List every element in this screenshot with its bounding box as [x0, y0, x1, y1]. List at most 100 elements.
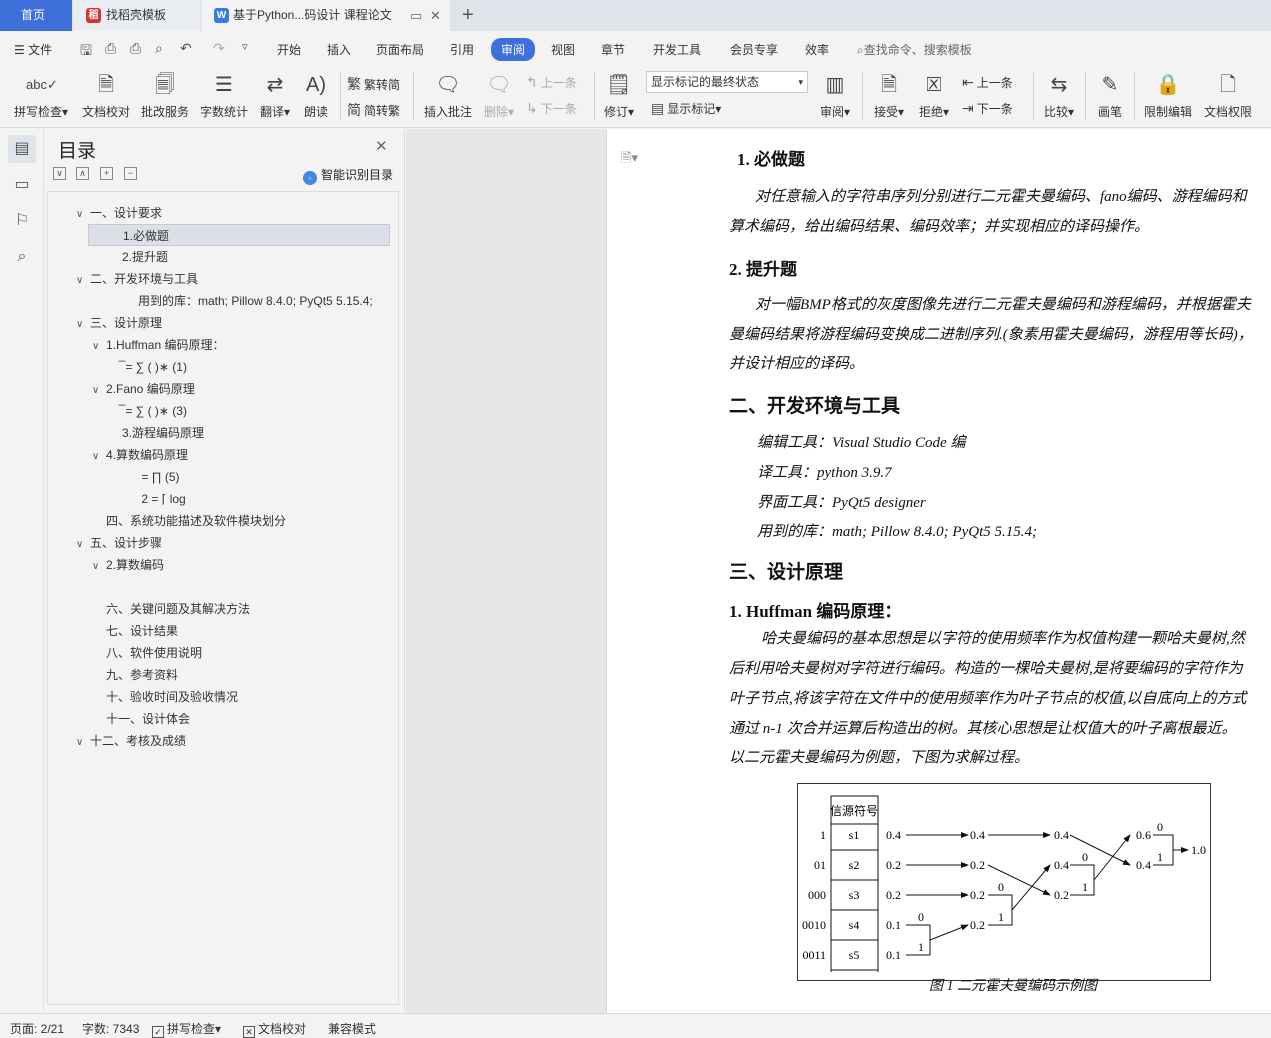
toc-item[interactable]: 十、验收时间及验收情况: [92, 686, 238, 708]
branch-bit: 1: [1082, 880, 1088, 894]
file-menu[interactable]: ☰ 文件: [14, 41, 52, 58]
markup-state-select[interactable]: 显示标记的最终状态 ▾: [646, 71, 808, 93]
delete-comment-button[interactable]: 🗨 删除▾: [480, 66, 518, 120]
menu-dev-tools[interactable]: 开发工具: [653, 41, 701, 58]
save-icon[interactable]: 🖫: [80, 40, 92, 64]
close-tab-icon[interactable]: ✕: [430, 0, 441, 31]
toc-item[interactable]: 六、关键问题及其解决方法: [92, 598, 250, 620]
pen-button[interactable]: ✎ 画笔: [1092, 66, 1128, 120]
toc-item[interactable]: 1.必做题: [88, 224, 390, 246]
smart-toc-button[interactable]: ◦ 智能识别目录: [303, 166, 393, 185]
simp-to-trad-button[interactable]: 简简转繁: [347, 100, 400, 120]
toc-item[interactable]: = ∏ (5): [124, 466, 179, 488]
chevron-down-icon[interactable]: ∨: [76, 314, 90, 336]
customize-icon[interactable]: ▿: [242, 40, 248, 53]
menu-references[interactable]: 引用: [450, 41, 474, 58]
translate-button[interactable]: ⇄ 翻译▾: [256, 66, 294, 120]
spell-check-toggle[interactable]: ✓ 拼写检查▾: [152, 1020, 221, 1038]
paragraph-icon[interactable]: 🗎▾: [621, 149, 638, 171]
menu-start[interactable]: 开始: [277, 41, 301, 58]
toc-item[interactable]: ∨ 三、设计原理: [76, 312, 162, 334]
prev-comment-button[interactable]: ↰ 上一条: [526, 74, 577, 91]
word-count-button[interactable]: ☰ 字数统计: [198, 66, 250, 120]
tab-document[interactable]: W 基于Python...码设计 课程论文 ▭ ✕: [202, 0, 450, 31]
toc-item[interactable]: ∨ 十二、考核及成绩: [76, 730, 186, 752]
tab-daoke-templates[interactable]: 稻 找稻壳模板: [73, 0, 200, 31]
menu-chapter[interactable]: 章节: [601, 41, 625, 58]
window-icon[interactable]: ▭: [410, 0, 422, 31]
undo-icon[interactable]: ↶: [180, 40, 192, 57]
toc-item[interactable]: 2.提升题: [108, 246, 168, 268]
export-pdf-icon[interactable]: ⎙: [105, 40, 116, 57]
add-heading-icon[interactable]: +: [100, 167, 113, 180]
toc-item[interactable]: 九、参考资料: [92, 664, 178, 686]
toc-pane-icon[interactable]: ▤: [8, 135, 36, 163]
word-count-indicator[interactable]: 字数: 7343: [82, 1020, 139, 1037]
accept-button[interactable]: 🗎 接受▾: [870, 66, 908, 120]
toc-item[interactable]: 四、系统功能描述及软件模块划分: [92, 510, 286, 532]
toc-item[interactable]: ∨ 二、开发环境与工具: [76, 268, 198, 290]
review-service-button[interactable]: 🗐 批改服务: [139, 66, 191, 120]
toc-item[interactable]: 3.游程编码原理: [108, 422, 204, 444]
redo-icon[interactable]: ↷: [213, 40, 225, 57]
menu-insert[interactable]: 插入: [327, 41, 351, 58]
chevron-down-icon[interactable]: ∨: [92, 556, 106, 578]
chevron-down-icon[interactable]: ∨: [76, 534, 90, 556]
menu-view[interactable]: 视图: [551, 41, 575, 58]
menu-member[interactable]: 会员专享: [730, 41, 778, 58]
chevron-down-icon[interactable]: ∨: [76, 204, 90, 226]
menu-review[interactable]: 审阅: [491, 38, 536, 61]
find-icon[interactable]: ⌕: [8, 243, 36, 271]
toc-item[interactable]: 十一、设计体会: [92, 708, 190, 730]
chevron-down-icon[interactable]: ∨: [92, 446, 106, 468]
toc-item[interactable]: ∨ 4.算数编码原理: [92, 444, 188, 466]
chevron-down-icon[interactable]: ∨: [92, 336, 106, 358]
print-preview-icon[interactable]: ⌕: [155, 40, 163, 57]
toc-item[interactable]: ̅ = ∑ ( )∗ (3): [108, 400, 187, 422]
read-aloud-button[interactable]: A) 朗读: [298, 66, 334, 120]
insert-comment-button[interactable]: 🗨 插入批注: [420, 66, 476, 120]
next-change-button[interactable]: ⇥ 下一条: [962, 100, 1013, 117]
chevron-down-icon[interactable]: ∨: [92, 380, 106, 402]
close-icon[interactable]: ✕: [375, 137, 388, 155]
chapter-nav-icon[interactable]: ▭: [8, 171, 36, 199]
toc-item[interactable]: 用到的库：math; Pillow 8.4.0; PyQt5 5.15.4;: [124, 290, 373, 312]
compare-button[interactable]: ⇆ 比较▾: [1040, 66, 1078, 120]
show-markup-button[interactable]: ▤ 显示标记▾: [651, 100, 721, 117]
tab-home[interactable]: 首页: [0, 0, 72, 31]
doc-permission-button[interactable]: 🗋 文档权限: [1200, 66, 1256, 120]
toc-item[interactable]: ∨ 1.Huffman 编码原理：: [92, 334, 224, 356]
track-changes-button[interactable]: 🗒 修订▾: [600, 66, 638, 120]
add-tab-icon[interactable]: +: [462, 3, 474, 27]
bookmark-icon[interactable]: ⚐: [8, 207, 36, 235]
expand-all-icon[interactable]: ∧: [76, 167, 89, 180]
restrict-edit-button[interactable]: 🔒 限制编辑: [1140, 66, 1196, 120]
print-icon[interactable]: ⎙: [130, 40, 141, 57]
document-page[interactable]: 🗎▾ 1. 必做题 对任意输入的字符串序列分别进行二元霍夫曼编码、fano编码、游…: [606, 129, 1271, 1013]
chevron-down-icon[interactable]: ∨: [76, 270, 90, 292]
spell-check-button[interactable]: abc✓ 拼写检查▾: [10, 66, 72, 120]
page-indicator[interactable]: 页面: 2/21: [10, 1020, 64, 1037]
chevron-down-icon[interactable]: ∨: [76, 732, 90, 754]
menu-page-layout[interactable]: 页面布局: [376, 41, 424, 58]
toc-item[interactable]: 七、设计结果: [92, 620, 178, 642]
command-search[interactable]: ⌕查找命令、搜索模板: [857, 41, 972, 58]
toc-item[interactable]: ̅ = ∑ ( )∗ (1): [108, 356, 187, 378]
toc-item[interactable]: ∨ 五、设计步骤: [76, 532, 162, 554]
doc-proof-toggle[interactable]: ✕ 文档校对: [243, 1020, 306, 1038]
toc-item[interactable]: ∨ 一、设计要求: [76, 202, 162, 224]
review-pane-button[interactable]: ▥ 审阅▾: [815, 66, 855, 120]
collapse-all-icon[interactable]: ∨: [53, 167, 66, 180]
doc-proof-button[interactable]: 🗎 文档校对: [80, 66, 132, 120]
toc-item[interactable]: ∨ 2.Fano 编码原理: [92, 378, 195, 400]
next-comment-button[interactable]: ↳ 下一条: [526, 100, 577, 117]
toc-item-label: 八、软件使用说明: [106, 646, 203, 660]
menu-efficiency[interactable]: 效率: [805, 41, 829, 58]
trad-to-simp-button[interactable]: 繁繁转简: [347, 74, 400, 94]
toc-item[interactable]: ∨ 2.算数编码: [92, 554, 164, 576]
reject-button[interactable]: 🗵 拒绝▾: [915, 66, 953, 120]
remove-heading-icon[interactable]: −: [124, 167, 137, 180]
toc-item[interactable]: 八、软件使用说明: [92, 642, 202, 664]
prev-change-button[interactable]: ⇤ 上一条: [962, 74, 1013, 91]
toc-item[interactable]: 2 = ⌈ log: [124, 488, 185, 510]
